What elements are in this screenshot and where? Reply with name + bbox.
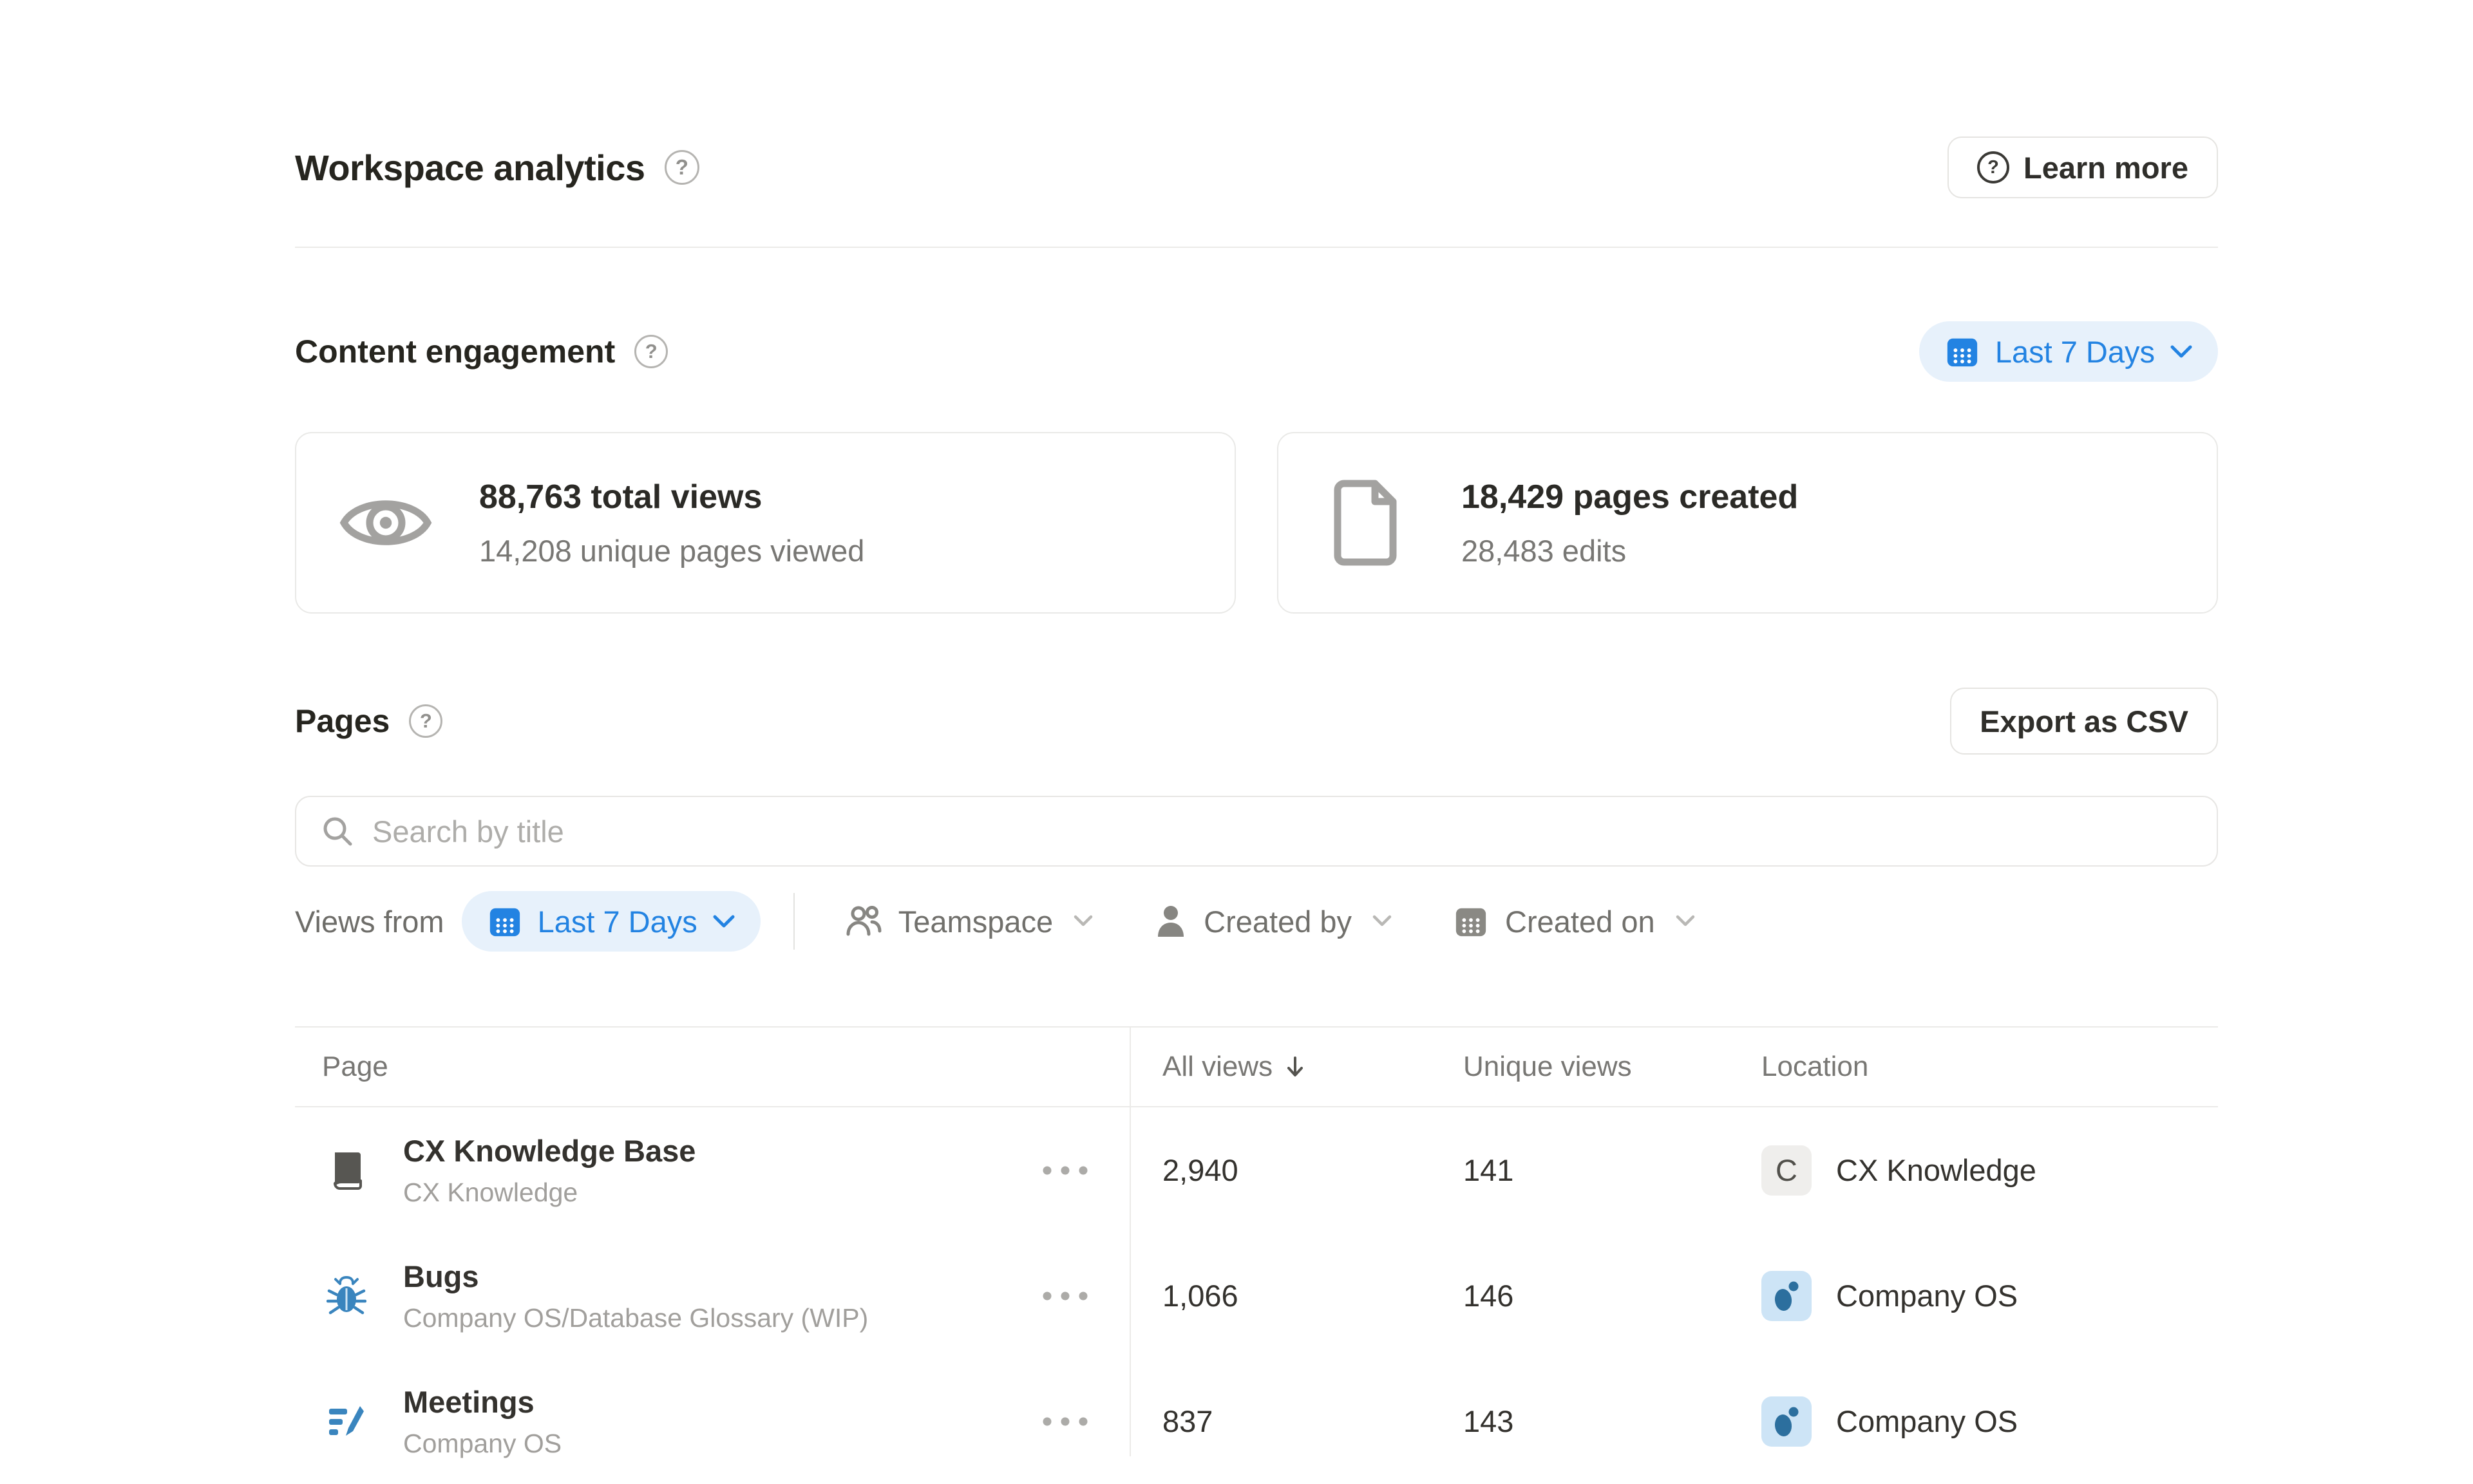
table-row[interactable]: Bugs Company OS/Database Glossary (WIP) … xyxy=(295,1233,2218,1358)
unique-views-value: 146 xyxy=(1463,1278,1761,1313)
column-header-all-views[interactable]: All views xyxy=(1130,1051,1463,1083)
page-header: Workspace analytics ? ? Learn more xyxy=(295,136,2218,198)
page-title[interactable]: CX Knowledge Base xyxy=(403,1133,696,1169)
unique-views-value: 141 xyxy=(1463,1152,1761,1188)
all-views-value: 1,066 xyxy=(1130,1278,1463,1313)
company-os-logo xyxy=(1761,1271,1812,1321)
page-title[interactable]: Meetings xyxy=(403,1384,562,1420)
chevron-down-icon xyxy=(1074,915,1093,928)
pages-created-card: 18,429 pages created 28,483 edits xyxy=(1277,432,2218,614)
location-cell[interactable]: Company OS xyxy=(1761,1271,2218,1321)
location-cell[interactable]: Company OS xyxy=(1761,1396,2218,1447)
views-from-date-label: Last 7 Days xyxy=(538,904,697,939)
learn-more-label: Learn more xyxy=(2023,150,2188,185)
chevron-down-icon xyxy=(1372,915,1392,928)
engagement-stat-cards: 88,763 total views 14,208 unique pages v… xyxy=(295,432,2218,614)
content-engagement-title: Content engagement ? xyxy=(295,333,668,370)
ellipsis-icon xyxy=(1042,1291,1088,1301)
help-icon[interactable]: ? xyxy=(665,150,699,185)
page-title: Workspace analytics ? xyxy=(295,147,699,189)
page-location-subtitle: Company OS/Database Glossary (WIP) xyxy=(403,1303,868,1333)
question-circle-icon: ? xyxy=(1977,151,2009,183)
pages-title-text: Pages xyxy=(295,702,390,740)
created-on-label: Created on xyxy=(1505,904,1655,939)
section-divider xyxy=(295,247,2218,248)
calendar-icon xyxy=(1945,334,1980,369)
views-from-date-filter[interactable]: Last 7 Days xyxy=(462,891,761,952)
page-title[interactable]: Bugs xyxy=(403,1259,868,1294)
sort-descending-icon xyxy=(1284,1055,1306,1078)
eye-icon xyxy=(337,486,434,559)
book-icon xyxy=(326,1150,367,1191)
table-column-divider xyxy=(1130,1026,1131,1456)
total-views-value: 88,763 total views xyxy=(479,478,864,516)
teamspace-icon xyxy=(846,905,882,938)
ellipsis-icon xyxy=(1042,1165,1088,1176)
page-location-subtitle: CX Knowledge xyxy=(403,1178,696,1208)
search-bar xyxy=(295,796,2218,867)
table-row[interactable]: Meetings Company OS 837 143 xyxy=(295,1358,2218,1484)
filters-divider xyxy=(793,893,795,950)
all-views-value: 837 xyxy=(1130,1404,1463,1439)
created-on-filter[interactable]: Created on xyxy=(1454,904,1695,939)
search-input[interactable] xyxy=(372,814,2192,849)
edits-value: 28,483 edits xyxy=(1461,533,1798,568)
workspace-analytics-page: Workspace analytics ? ? Learn more Conte… xyxy=(295,0,2218,1484)
chevron-down-icon xyxy=(713,914,735,928)
views-from-label: Views from xyxy=(295,904,444,939)
table-row[interactable]: CX Knowledge Base CX Knowledge 2,940 141… xyxy=(295,1107,2218,1233)
calendar-icon xyxy=(488,904,522,939)
table-header: Page All views Unique views Location xyxy=(295,1026,2218,1107)
export-csv-label: Export as CSV xyxy=(1980,704,2188,739)
location-name: Company OS xyxy=(1836,1278,2018,1313)
created-by-label: Created by xyxy=(1204,904,1352,939)
ellipsis-icon xyxy=(1042,1416,1088,1427)
row-actions-menu[interactable] xyxy=(1042,1291,1088,1301)
created-by-filter[interactable]: Created by xyxy=(1155,904,1392,939)
column-header-page: Page xyxy=(295,1051,1130,1083)
bug-icon xyxy=(326,1275,367,1317)
unique-pages-viewed-value: 14,208 unique pages viewed xyxy=(479,533,864,568)
chevron-down-icon xyxy=(2170,344,2192,359)
column-header-unique-views: Unique views xyxy=(1463,1051,1761,1083)
location-avatar: C xyxy=(1761,1145,1812,1196)
row-actions-menu[interactable] xyxy=(1042,1416,1088,1427)
location-name: CX Knowledge xyxy=(1836,1152,2036,1188)
pages-title: Pages ? xyxy=(295,702,442,740)
location-name: Company OS xyxy=(1836,1404,2018,1439)
filters-row: Views from Last 7 Days xyxy=(295,891,2218,952)
column-header-location: Location xyxy=(1761,1051,2218,1083)
total-views-card: 88,763 total views 14,208 unique pages v… xyxy=(295,432,1236,614)
teamspace-label: Teamspace xyxy=(898,904,1053,939)
pages-table: Page All views Unique views Location xyxy=(295,1026,2218,1484)
company-os-logo xyxy=(1761,1396,1812,1447)
content-engagement-header: Content engagement ? Last 7 Days xyxy=(295,321,2218,382)
unique-views-value: 143 xyxy=(1463,1404,1761,1439)
all-views-label: All views xyxy=(1162,1051,1273,1083)
calendar-icon xyxy=(1454,904,1488,939)
content-engagement-title-text: Content engagement xyxy=(295,333,615,370)
all-views-value: 2,940 xyxy=(1130,1152,1463,1188)
page-location-subtitle: Company OS xyxy=(403,1429,562,1459)
meetings-icon xyxy=(326,1401,367,1442)
learn-more-button[interactable]: ? Learn more xyxy=(1947,136,2218,198)
pages-section-header: Pages ? Export as CSV xyxy=(295,688,2218,755)
person-icon xyxy=(1155,905,1187,938)
page-title-text: Workspace analytics xyxy=(295,147,645,189)
date-range-label: Last 7 Days xyxy=(1995,334,2155,370)
row-actions-menu[interactable] xyxy=(1042,1165,1088,1176)
search-icon xyxy=(321,814,354,848)
location-cell[interactable]: C CX Knowledge xyxy=(1761,1145,2218,1196)
teamspace-filter[interactable]: Teamspace xyxy=(846,904,1093,939)
export-csv-button[interactable]: Export as CSV xyxy=(1950,688,2218,755)
page-icon xyxy=(1320,480,1416,566)
help-icon[interactable]: ? xyxy=(634,335,668,368)
chevron-down-icon xyxy=(1676,915,1695,928)
date-range-filter[interactable]: Last 7 Days xyxy=(1919,321,2218,382)
help-icon[interactable]: ? xyxy=(409,704,442,738)
pages-created-value: 18,429 pages created xyxy=(1461,478,1798,516)
